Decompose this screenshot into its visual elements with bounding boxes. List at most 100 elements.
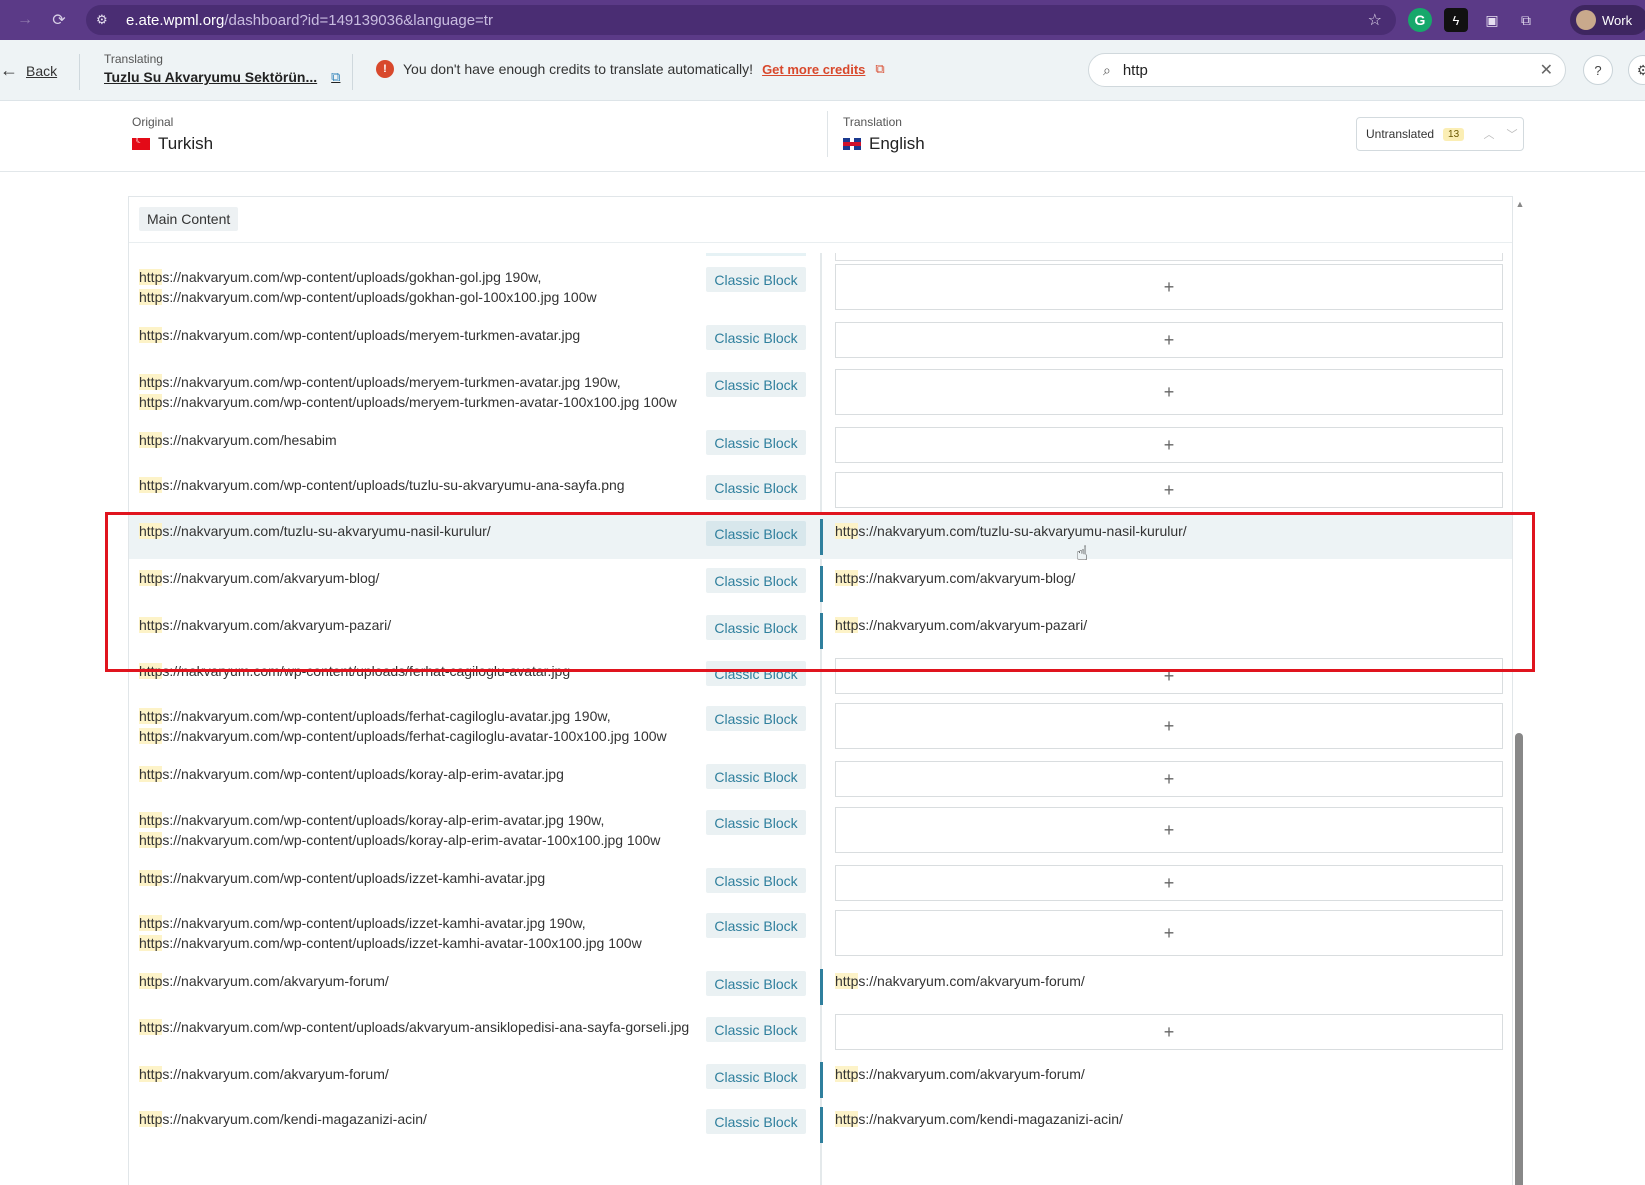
- add-translation-button[interactable]: +: [835, 427, 1503, 463]
- translation-text[interactable]: https://nakvaryum.com/akvaryum-pazari/: [835, 615, 1087, 635]
- lightning-extension-icon[interactable]: ϟ: [1444, 8, 1468, 32]
- source-text: https://nakvaryum.com/akvaryum-forum/: [139, 1064, 389, 1084]
- segment-row[interactable]: https://nakvaryum.com/wp-content/uploads…: [129, 907, 1512, 963]
- block-type-badge: Classic Block: [706, 372, 806, 397]
- segment-row[interactable]: https://nakvaryum.com/wp-content/uploads…: [129, 700, 1512, 756]
- source-line: https://nakvaryum.com/wp-content/uploads…: [139, 663, 571, 679]
- block-type-badge: Classic Block: [706, 325, 806, 350]
- source-text: https://nakvaryum.com/akvaryum-blog/: [139, 568, 379, 588]
- help-button[interactable]: ?: [1583, 55, 1613, 85]
- plus-icon: +: [1163, 479, 1175, 500]
- alert-icon: !: [376, 60, 394, 78]
- media-extension-icon[interactable]: ▣: [1480, 8, 1504, 32]
- plus-icon: +: [1163, 1021, 1175, 1042]
- translated-indicator: [820, 566, 823, 602]
- site-settings-icon[interactable]: ⚙: [96, 12, 118, 28]
- segment-row[interactable]: https://nakvaryum.com/akvaryum-forum/Cla…: [129, 965, 1512, 1009]
- translation-text[interactable]: https://nakvaryum.com/kendi-magazanizi-a…: [835, 1109, 1123, 1129]
- bookmark-star-icon[interactable]: ☆: [1368, 10, 1382, 30]
- translation-text[interactable]: https://nakvaryum.com/akvaryum-blog/: [835, 568, 1075, 588]
- search-input[interactable]: [1122, 61, 1523, 79]
- add-translation-button[interactable]: +: [835, 264, 1503, 310]
- block-type-badge: Classic Block: [706, 521, 806, 546]
- translated-indicator: [820, 969, 823, 1005]
- add-translation-button[interactable]: +: [835, 369, 1503, 415]
- add-translation-button[interactable]: +: [835, 322, 1503, 358]
- segment-row[interactable]: https://nakvaryum.com/akvaryum-pazari/Cl…: [129, 609, 1512, 653]
- back-button[interactable]: ← Back: [0, 60, 57, 81]
- profile-label: Work: [1602, 12, 1633, 28]
- segment-row[interactable]: https://nakvaryum.com/wp-content/uploads…: [129, 366, 1512, 422]
- add-translation-button[interactable]: +: [835, 472, 1503, 508]
- chevron-down-icon[interactable]: ﹀: [1502, 122, 1522, 146]
- url-host: e.ate.wpml.org: [126, 11, 225, 29]
- block-type-badge: Classic Block: [706, 1064, 806, 1089]
- scrollbar-thumb[interactable]: [1515, 733, 1523, 1185]
- profile-button[interactable]: Work: [1570, 5, 1645, 35]
- untranslated-filter[interactable]: Untranslated 13 ︿ ﹀: [1356, 117, 1524, 151]
- filter-label: Untranslated: [1366, 127, 1435, 141]
- segment-row[interactable]: https://nakvaryum.com/wp-content/uploads…: [129, 804, 1512, 860]
- block-type-badge: Classic Block: [706, 706, 806, 731]
- segment-row[interactable]: https://nakvaryum.com/wp-content/uploads…: [129, 758, 1512, 802]
- source-line: https://nakvaryum.com/wp-content/uploads…: [139, 812, 605, 828]
- block-type-badge: Classic Block: [706, 267, 806, 292]
- untranslated-count-badge: 13: [1443, 127, 1465, 141]
- grammarly-extension-icon[interactable]: G: [1408, 8, 1432, 32]
- source-line: https://nakvaryum.com/wp-content/uploads…: [139, 289, 597, 305]
- segment-row[interactable]: https://nakvaryum.com/wp-content/uploads…: [129, 261, 1512, 317]
- segment-row[interactable]: https://nakvaryum.com/wp-content/uploads…: [129, 862, 1512, 906]
- segment-row[interactable]: https://nakvaryum.com/wp-content/uploads…: [129, 1011, 1512, 1055]
- segment-row[interactable]: https://nakvaryum.com/hesabim Classic Blo…: [129, 424, 1512, 468]
- translated-indicator: [820, 1062, 823, 1098]
- add-translation-button[interactable]: +: [835, 865, 1503, 901]
- avatar: [1576, 10, 1596, 30]
- plus-icon: +: [1163, 715, 1175, 736]
- source-text: https://nakvaryum.com/hesabim: [139, 430, 337, 450]
- gear-icon[interactable]: ⚙: [1628, 55, 1645, 85]
- arrow-left-icon: ←: [0, 60, 18, 80]
- get-more-credits-link[interactable]: Get more credits: [762, 62, 865, 77]
- segment-row[interactable]: https://nakvaryum.com/wp-content/uploads…: [129, 655, 1512, 699]
- block-type-badge: Classic Block: [706, 661, 806, 686]
- source-line: https://nakvaryum.com/wp-content/uploads…: [139, 766, 564, 782]
- search-box[interactable]: ⌕ ✕: [1088, 53, 1566, 87]
- segment-row[interactable]: https://nakvaryum.com/wp-content/uploads…: [129, 469, 1512, 513]
- source-line: https://nakvaryum.com/wp-content/uploads…: [139, 915, 586, 931]
- translation-text[interactable]: https://nakvaryum.com/tuzlu-su-akvaryumu…: [835, 521, 1187, 541]
- external-link-icon[interactable]: ⧉: [875, 61, 884, 77]
- original-caption: Original: [132, 115, 174, 129]
- chevron-up-icon[interactable]: ︿: [1479, 122, 1499, 146]
- puzzle-extensions-icon[interactable]: ⧉: [1514, 8, 1538, 32]
- source-text: https://nakvaryum.com/akvaryum-forum/: [139, 971, 389, 991]
- segment-row[interactable]: https://nakvaryum.com/tuzlu-su-akvaryumu…: [129, 515, 1512, 559]
- search-icon: ⌕: [1103, 61, 1111, 78]
- segment-row[interactable]: https://nakvaryum.com/kendi-magazanizi-a…: [129, 1103, 1512, 1147]
- forward-icon[interactable]: →: [10, 5, 40, 35]
- segment-row[interactable]: https://nakvaryum.com/wp-content/uploads…: [129, 319, 1512, 363]
- document-title-link[interactable]: Tuzlu Su Akvaryumu Sektörün... ⧉: [104, 69, 340, 85]
- document-title: Tuzlu Su Akvaryumu Sektörün...: [104, 69, 318, 85]
- close-icon[interactable]: ✕: [1540, 60, 1553, 80]
- section-divider: [129, 242, 1512, 243]
- add-translation-button[interactable]: +: [835, 807, 1503, 853]
- add-translation-button[interactable]: +: [835, 910, 1503, 956]
- translation-text[interactable]: https://nakvaryum.com/akvaryum-forum/: [835, 1064, 1085, 1084]
- source-line: https://nakvaryum.com/wp-content/uploads…: [139, 477, 625, 493]
- partial-row-target[interactable]: [835, 253, 1503, 261]
- source-line: https://nakvaryum.com/kendi-magazanizi-a…: [139, 1111, 427, 1127]
- external-link-icon[interactable]: ⧉: [331, 69, 340, 85]
- add-translation-button[interactable]: +: [835, 658, 1503, 694]
- add-translation-button[interactable]: +: [835, 1014, 1503, 1050]
- source-text: https://nakvaryum.com/wp-content/uploads…: [139, 475, 625, 495]
- plus-icon: +: [1163, 329, 1175, 350]
- translation-text[interactable]: https://nakvaryum.com/akvaryum-forum/: [835, 971, 1085, 991]
- original-language: Original Turkish: [132, 115, 213, 154]
- segment-row[interactable]: https://nakvaryum.com/akvaryum-blog/Clas…: [129, 562, 1512, 606]
- add-translation-button[interactable]: +: [835, 703, 1503, 749]
- address-bar[interactable]: ⚙ e.ate.wpml.org/dashboard?id=149139036&…: [86, 5, 1396, 35]
- add-translation-button[interactable]: +: [835, 761, 1503, 797]
- reload-icon[interactable]: ⟳: [44, 5, 74, 35]
- segment-row[interactable]: https://nakvaryum.com/akvaryum-forum/Cla…: [129, 1058, 1512, 1102]
- scroll-up-arrow-icon[interactable]: ▲: [1514, 198, 1526, 210]
